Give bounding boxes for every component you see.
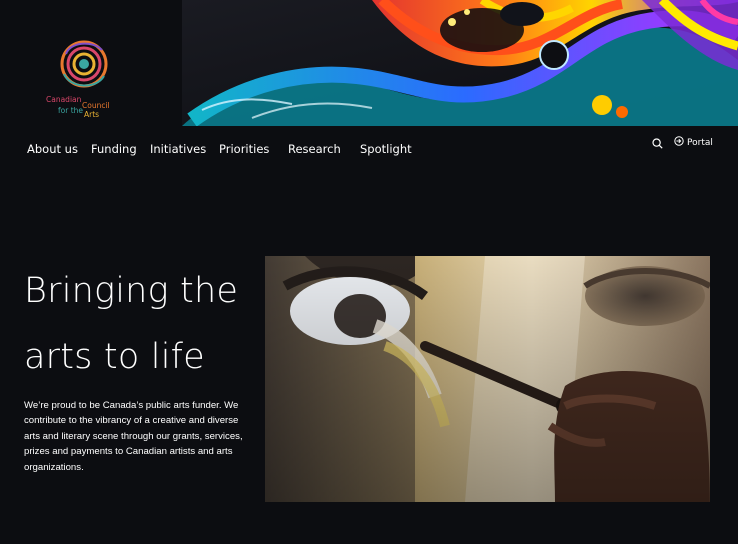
hero-title-line-2: arts to life <box>24 337 205 377</box>
nav-item-spotlight[interactable]: Spotlight <box>360 142 412 156</box>
portal-label: Portal <box>687 137 713 148</box>
search-icon[interactable] <box>652 136 663 149</box>
logo-word-arts: Arts <box>84 110 100 119</box>
portal-link[interactable]: Portal <box>674 136 713 149</box>
header-banner-artwork <box>182 0 738 126</box>
logo-word-for-the: for the <box>58 106 84 115</box>
hero-description: We’re proud to be Canada’s public arts f… <box>24 400 243 473</box>
logo-word-council: Council <box>82 101 110 110</box>
nav-item-funding[interactable]: Funding <box>91 142 137 156</box>
hero-image-painting <box>265 256 710 502</box>
nav-item-about-us[interactable]: About us <box>27 142 78 156</box>
nav-item-priorities[interactable]: Priorities <box>219 142 269 156</box>
nav-item-initiatives[interactable]: Initiatives <box>150 142 206 156</box>
logo-swirl-icon <box>60 40 108 88</box>
hero-title: Bringing the arts to life <box>24 258 264 390</box>
hero-title-line-1: Bringing the <box>24 271 239 311</box>
sign-in-icon <box>674 136 684 149</box>
canada-council-logo[interactable]: Canadian Council for the Arts <box>40 36 120 122</box>
logo-word-canadian: Canadian <box>46 95 82 104</box>
nav-item-research[interactable]: Research <box>288 142 341 156</box>
